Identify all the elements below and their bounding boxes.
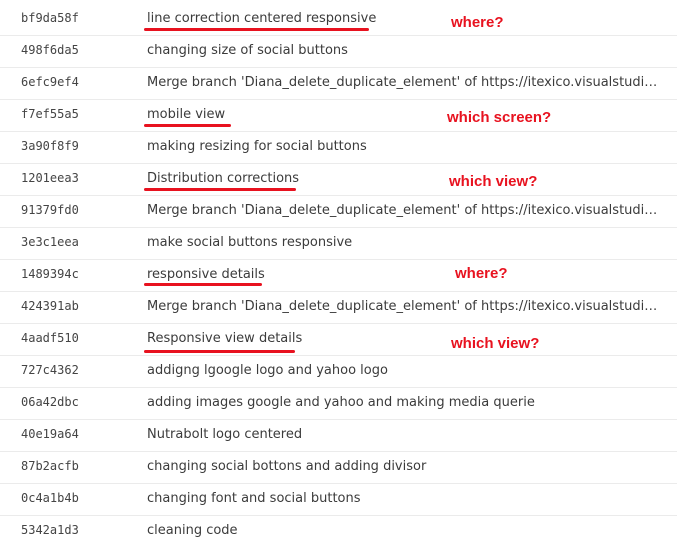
commit-message[interactable]: line correction centered responsive: [147, 11, 664, 26]
commit-message[interactable]: Merge branch 'Diana_delete_duplicate_ele…: [147, 203, 664, 218]
commit-id[interactable]: 91379fd0: [21, 203, 79, 217]
annotation-note: which view?: [449, 173, 538, 190]
commit-message[interactable]: mobile view: [147, 107, 664, 122]
annotation-underline: [144, 283, 262, 286]
commit-message[interactable]: make social buttons responsive: [147, 235, 664, 250]
commit-row[interactable]: 87b2acfb changing social bottons and add…: [0, 452, 677, 484]
annotation-underline: [144, 188, 296, 191]
annotation-note: which view?: [451, 335, 540, 352]
commit-id[interactable]: 06a42dbc: [21, 395, 79, 409]
commit-message[interactable]: Nutrabolt logo centered: [147, 427, 664, 442]
commit-row[interactable]: 0c4a1b4b changing font and social button…: [0, 484, 677, 516]
commit-row[interactable]: 6efc9ef4 Merge branch 'Diana_delete_dupl…: [0, 68, 677, 100]
commit-message[interactable]: Merge branch 'Diana_delete_duplicate_ele…: [147, 75, 664, 90]
commit-id[interactable]: 3a90f8f9: [21, 139, 79, 153]
annotation-underline: [144, 28, 369, 31]
annotation-note: where?: [455, 265, 508, 282]
commit-row[interactable]: f7ef55a5 mobile view: [0, 100, 677, 132]
commit-id[interactable]: 4aadf510: [21, 331, 79, 345]
commit-message[interactable]: Responsive view details: [147, 331, 664, 346]
annotation-underline: [144, 124, 231, 127]
commit-id[interactable]: 424391ab: [21, 299, 79, 313]
commit-message[interactable]: adding images google and yahoo and makin…: [147, 395, 664, 410]
commit-row[interactable]: 1201eea3 Distribution corrections: [0, 164, 677, 196]
commit-id[interactable]: 498f6da5: [21, 43, 79, 57]
commit-id[interactable]: 5342a1d3: [21, 523, 79, 537]
commit-id[interactable]: bf9da58f: [21, 11, 79, 25]
commit-id[interactable]: 1201eea3: [21, 171, 79, 185]
commit-row[interactable]: 1489394c responsive details: [0, 260, 677, 292]
commit-row[interactable]: 40e19a64 Nutrabolt logo centered: [0, 420, 677, 452]
commit-id[interactable]: 6efc9ef4: [21, 75, 79, 89]
commit-message[interactable]: changing font and social buttons: [147, 491, 664, 506]
commit-message[interactable]: Merge branch 'Diana_delete_duplicate_ele…: [147, 299, 664, 314]
commit-row[interactable]: 3a90f8f9 making resizing for social butt…: [0, 132, 677, 164]
commit-row[interactable]: 5342a1d3 cleaning code: [0, 516, 677, 547]
commit-id[interactable]: 727c4362: [21, 363, 79, 377]
commit-id[interactable]: 0c4a1b4b: [21, 491, 79, 505]
commit-id[interactable]: f7ef55a5: [21, 107, 79, 121]
commit-message[interactable]: cleaning code: [147, 523, 664, 538]
annotation-note: where?: [451, 14, 504, 31]
commit-row[interactable]: bf9da58f line correction centered respon…: [0, 4, 677, 36]
commit-id[interactable]: 1489394c: [21, 267, 79, 281]
commit-id[interactable]: 3e3c1eea: [21, 235, 79, 249]
annotation-note: which screen?: [447, 109, 552, 126]
commit-id[interactable]: 40e19a64: [21, 427, 79, 441]
commit-row[interactable]: 727c4362 addigng lgoogle logo and yahoo …: [0, 356, 677, 388]
commit-row[interactable]: 3e3c1eea make social buttons responsive: [0, 228, 677, 260]
commit-message[interactable]: making resizing for social buttons: [147, 139, 664, 154]
commit-message[interactable]: Distribution corrections: [147, 171, 664, 186]
commit-message[interactable]: addigng lgoogle logo and yahoo logo: [147, 363, 664, 378]
commit-message[interactable]: changing size of social buttons: [147, 43, 664, 58]
commit-message[interactable]: changing social bottons and adding divis…: [147, 459, 664, 474]
commit-row[interactable]: 06a42dbc adding images google and yahoo …: [0, 388, 677, 420]
commit-id[interactable]: 87b2acfb: [21, 459, 79, 473]
commit-row[interactable]: 91379fd0 Merge branch 'Diana_delete_dupl…: [0, 196, 677, 228]
commit-row[interactable]: 424391ab Merge branch 'Diana_delete_dupl…: [0, 292, 677, 324]
commit-list: bf9da58f line correction centered respon…: [0, 4, 677, 547]
annotation-underline: [144, 350, 295, 353]
commit-row[interactable]: 4aadf510 Responsive view details: [0, 324, 677, 356]
commit-message[interactable]: responsive details: [147, 267, 664, 282]
commit-row[interactable]: 498f6da5 changing size of social buttons: [0, 36, 677, 68]
